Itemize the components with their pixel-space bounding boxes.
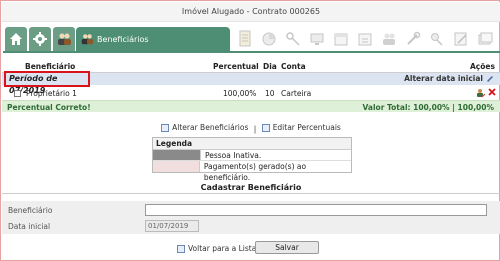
window-title: Imóvel Alugado - Contrato 000265	[2, 2, 500, 22]
col-dia: Dia	[263, 62, 277, 71]
row-checkbox[interactable]	[14, 88, 21, 97]
alter-date-label: Alterar data inicial	[404, 74, 483, 83]
edit-percentuais-link[interactable]: Editar Percentuais	[261, 123, 341, 132]
computer-icon[interactable]	[306, 27, 328, 51]
key-icon[interactable]	[282, 27, 304, 51]
user-edit-icon[interactable]	[476, 88, 486, 100]
status-total: Valor Total: 100,00% | 100,00%	[362, 103, 494, 112]
save-button[interactable]: Salvar	[255, 241, 319, 254]
legend-title: Legenda	[153, 138, 351, 150]
window-frame: Imóvel Alugado - Contrato 000265 Benefic…	[0, 0, 500, 261]
period-row: Período de 07/2019 Alterar data inicial	[2, 71, 500, 95]
status-message: Percentual Correto!	[7, 103, 91, 112]
legend-item: Pagamento(s) gerado(s) ao beneficiário.	[153, 161, 351, 182]
document-icon[interactable]	[234, 27, 256, 51]
form-row-data-inicial: Data inicial 01/07/2019	[2, 219, 500, 233]
back-to-list-link[interactable]: Voltar para a Lista	[177, 244, 256, 253]
col-acoes: Ações	[470, 62, 495, 71]
status-row: Percentual Correto! Valor Total: 100,00%…	[2, 100, 500, 112]
row-conta: Carteira	[281, 89, 312, 98]
calendar-icon[interactable]	[330, 27, 352, 51]
legend: Legenda Pessoa Inativa. Pagamento(s) ger…	[152, 137, 352, 182]
back-label: Voltar para a Lista	[188, 244, 257, 253]
col-percentual: Percentual	[213, 62, 259, 71]
beneficiario-label: Beneficiário	[8, 206, 53, 215]
data-inicial-field[interactable]: 01/07/2019	[145, 220, 199, 232]
people-icon[interactable]	[53, 27, 75, 51]
form-title: Cadastrar Beneficiário	[2, 181, 500, 194]
toolbar-underline	[3, 51, 500, 53]
people-group-icon[interactable]	[378, 27, 400, 51]
row-dia: 10	[265, 89, 275, 98]
row-percentual: 100,00%	[223, 89, 257, 98]
home-icon[interactable]	[5, 27, 27, 51]
stack-icon[interactable]	[474, 27, 496, 51]
action-links: Alterar Beneficiários | Editar Percentua…	[1, 123, 500, 134]
table-row: Proprietário 1 100,00% 10 Carteira	[2, 87, 500, 99]
period-label: Período de 07/2019	[4, 71, 90, 95]
delete-icon[interactable]	[488, 88, 496, 98]
col-beneficiario: Beneficiário	[25, 62, 76, 71]
beneficiaries-icon	[81, 34, 94, 45]
row-beneficiario: Proprietário 1	[26, 89, 77, 98]
gear-icon[interactable]	[29, 27, 51, 51]
chart-icon[interactable]	[258, 27, 280, 51]
calendar-alt-icon[interactable]	[354, 27, 376, 51]
data-inicial-label: Data inicial	[8, 222, 51, 231]
footer-actions: Voltar para a Lista Salvar	[1, 241, 500, 255]
edit-icon[interactable]	[450, 27, 472, 51]
col-conta: Conta	[281, 62, 306, 71]
toolbar: Beneficiários	[2, 24, 500, 54]
tab-label: Beneficiários	[97, 34, 149, 44]
edit-percentuais-label: Editar Percentuais	[272, 123, 341, 132]
list-icon	[161, 123, 170, 132]
legend-label: Pessoa Inativa.	[205, 151, 262, 160]
alter-date-link[interactable]: Alterar data inicial	[404, 74, 494, 83]
beneficiario-input[interactable]	[145, 204, 487, 216]
legend-item: Pessoa Inativa.	[153, 150, 351, 161]
tools-icon[interactable]	[402, 27, 424, 51]
tab-beneficiarios[interactable]: Beneficiários	[76, 27, 230, 51]
form-row-beneficiario: Beneficiário	[2, 203, 500, 217]
legend-swatch-inactive	[153, 150, 201, 160]
legend-swatch-payment	[153, 161, 200, 172]
list-icon	[177, 244, 185, 253]
list-icon	[261, 123, 270, 132]
alter-beneficiarios-label: Alterar Beneficiários	[172, 123, 249, 132]
form-area: Beneficiário Data inicial 01/07/2019	[2, 201, 500, 234]
link-separator: |	[253, 124, 257, 134]
key-alt-icon[interactable]	[426, 27, 448, 51]
alter-beneficiarios-link[interactable]: Alterar Beneficiários	[161, 123, 248, 132]
pencil-icon	[487, 75, 493, 82]
legend-label: Pagamento(s) gerado(s) ao beneficiário.	[203, 162, 307, 182]
